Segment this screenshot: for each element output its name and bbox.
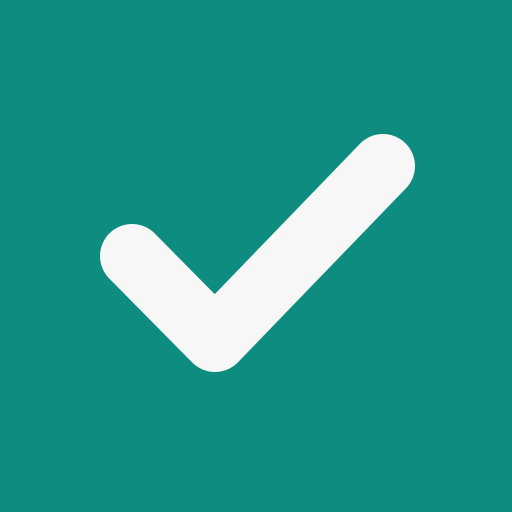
- app-icon-tile: [0, 0, 512, 512]
- checkmark-icon: [100, 134, 415, 372]
